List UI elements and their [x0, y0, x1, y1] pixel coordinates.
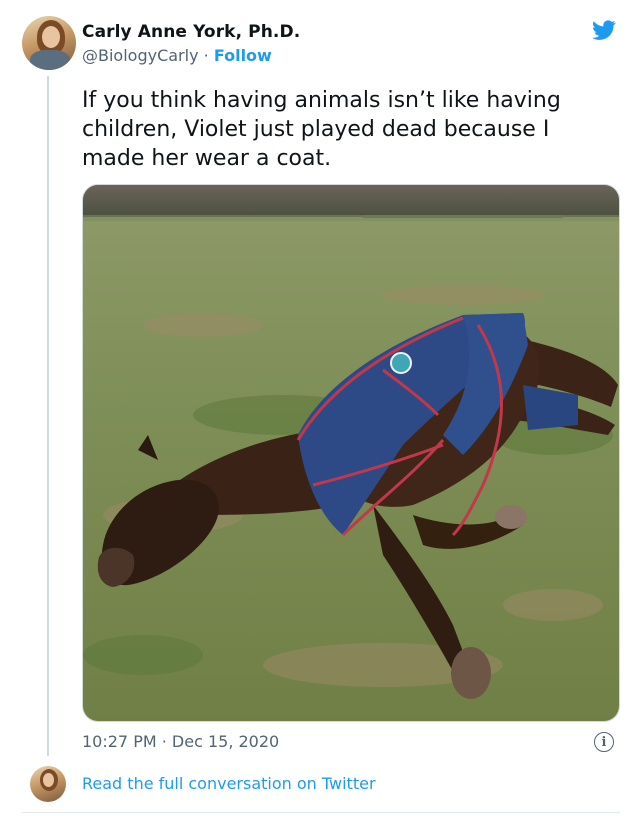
tweet-time: 10:27 PM: [82, 732, 157, 751]
tweet-photo[interactable]: [82, 184, 620, 722]
info-icon[interactable]: i: [594, 732, 614, 752]
twitter-bird-icon[interactable]: [590, 18, 618, 42]
horse-photo: [83, 185, 619, 721]
reply-avatar[interactable]: [30, 766, 66, 802]
date-separator: ·: [156, 732, 172, 751]
divider: [22, 812, 620, 813]
author-name[interactable]: Carly Anne York, Ph.D.: [82, 22, 300, 42]
follow-button[interactable]: Follow: [214, 46, 272, 65]
tweet-timestamp[interactable]: 10:27 PM · Dec 15, 2020: [82, 732, 279, 751]
read-conversation-link[interactable]: Read the full conversation on Twitter: [82, 774, 376, 793]
tweet-date: Dec 15, 2020: [171, 732, 280, 751]
tweet-text: If you think having animals isn’t like h…: [82, 88, 561, 171]
author-avatar[interactable]: [22, 16, 76, 70]
thread-line: [47, 76, 49, 756]
author-handle[interactable]: @BiologyCarly: [82, 46, 199, 65]
handle-separator: ·: [198, 46, 214, 65]
author-handle-line: @BiologyCarly · Follow: [82, 46, 272, 65]
